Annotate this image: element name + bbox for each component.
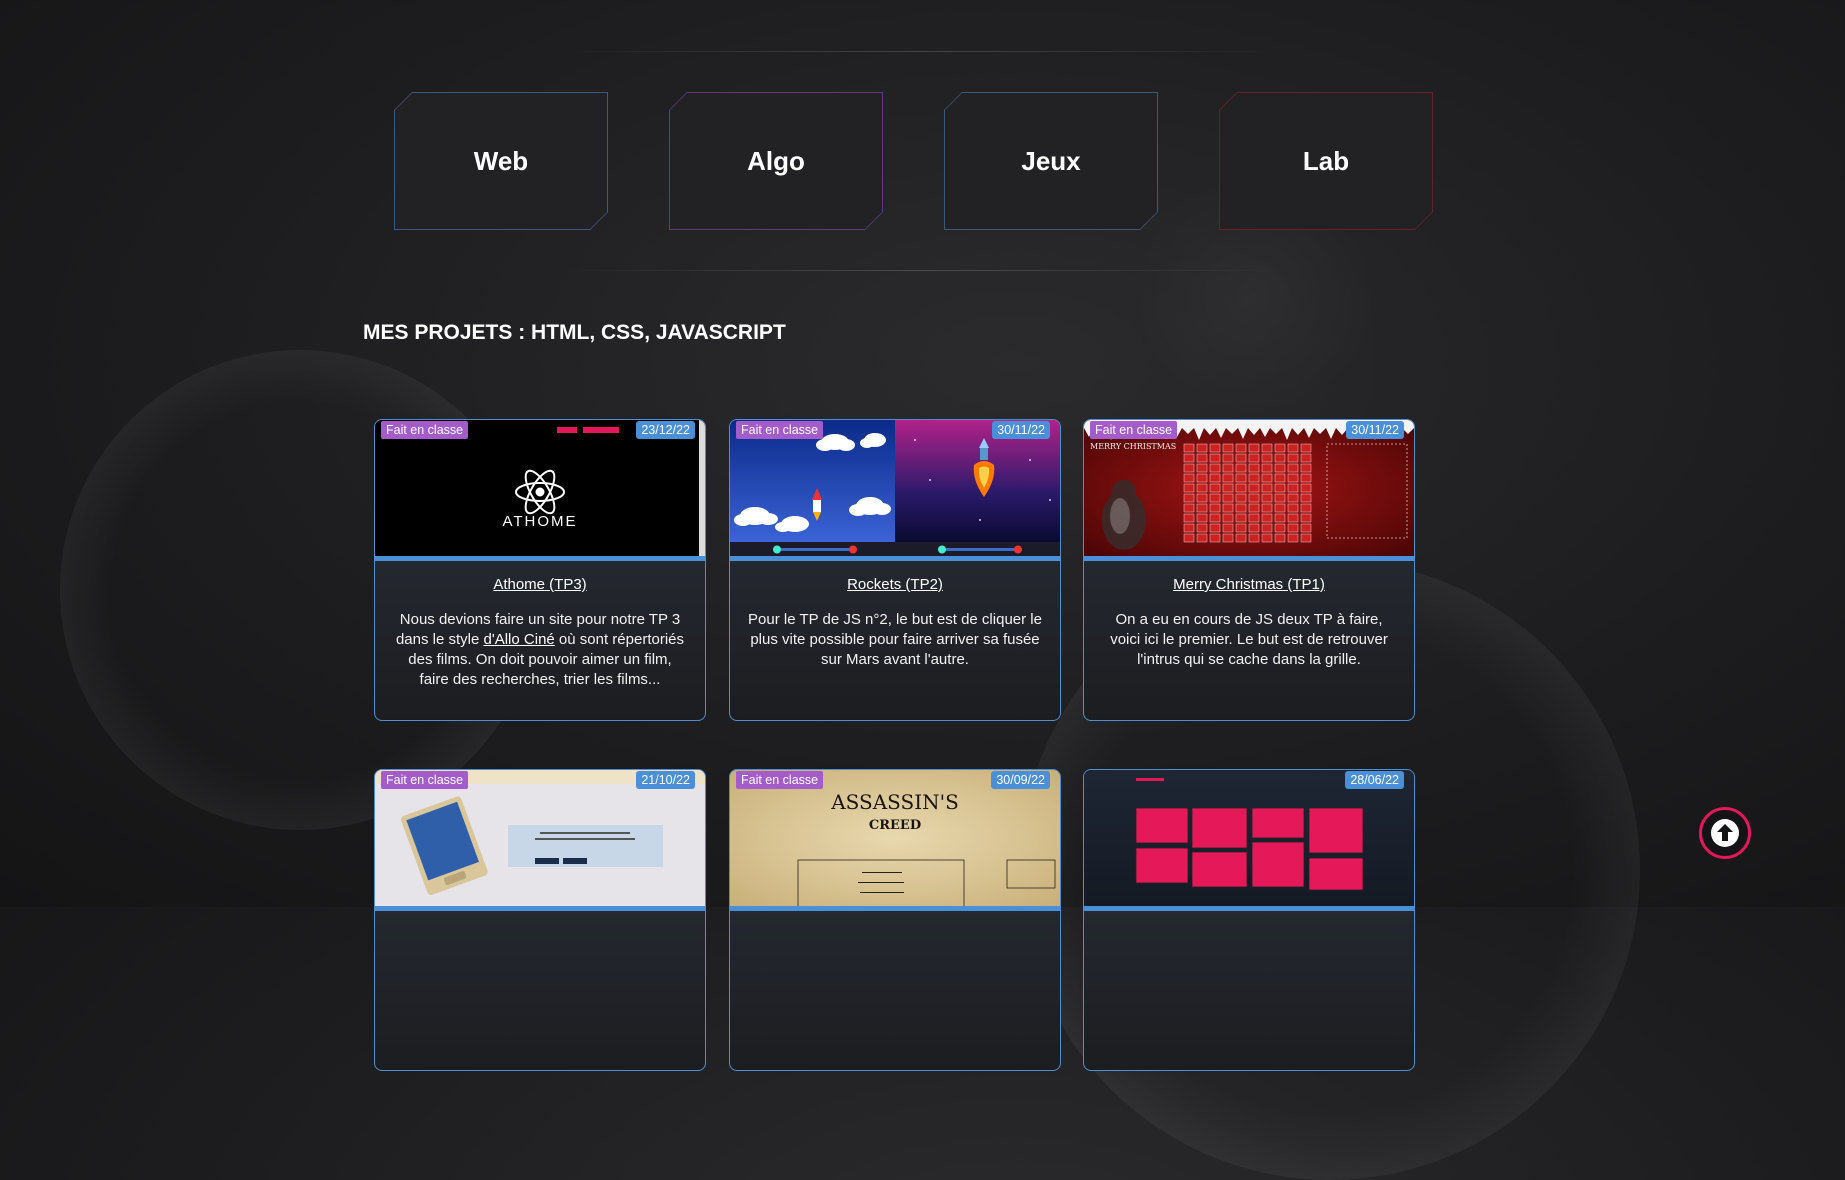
allocine-link[interactable]: d'Allo Ciné [484,631,555,648]
project-card[interactable]: 28/06/22 [1083,769,1415,1071]
project-description: Nous devions faire un site pour notre TP… [395,611,685,688]
category-button-lab[interactable]: Lab [1219,92,1433,230]
project-card-assassins-creed[interactable]: Fait en classe 30/09/22 ASSASSIN'S CREED [729,769,1061,1071]
project-thumbnail: Fait en classe 30/11/22 [730,420,1060,561]
made-in-class-badge: Fait en classe [1090,421,1178,439]
made-in-class-badge: Fait en classe [736,421,824,439]
made-in-class-badge: Fait en classe [381,421,469,439]
project-title[interactable]: Merry Christmas (TP1) [1084,576,1414,593]
merry-christmas-screenshot [1084,420,1414,556]
date-badge: 30/11/22 [992,421,1050,439]
category-label: Web [473,145,529,176]
project-thumbnail: 28/06/22 [1084,770,1414,911]
section-divider [560,270,1280,271]
rockets-screenshot [730,420,1060,556]
project-screenshot [375,770,705,896]
project-card-merry-christmas[interactable]: Fait en classe 30/11/22 MERRY CHRISTMAS … [1083,419,1415,721]
scroll-to-top-button[interactable] [1699,807,1751,859]
project-description: On a eu en cours de JS deux TP à faire, … [1110,611,1388,668]
athome-logo-text: ATHOME [502,513,578,530]
category-label: Jeux [1021,145,1081,176]
date-badge: 28/06/22 [1345,771,1404,789]
project-thumbnail: Fait en classe 21/10/22 [375,770,705,911]
date-badge: 30/09/22 [991,771,1050,789]
category-button-jeux[interactable]: Jeux [944,92,1158,230]
date-badge: 23/12/22 [636,421,695,439]
category-button-web[interactable]: Web [394,92,608,230]
project-description: Pour le TP de JS n°2, le but est de cliq… [748,611,1042,668]
made-in-class-badge: Fait en classe [736,771,824,789]
date-badge: 30/11/22 [1346,421,1404,439]
section-title: MES PROJETS : HTML, CSS, JAVASCRIPT [363,321,786,344]
project-title[interactable]: Rockets (TP2) [730,576,1060,593]
project-card-rockets[interactable]: Fait en classe 30/11/22 Rockets (TP2) Po… [729,419,1061,721]
project-card-athome[interactable]: Fait en classe 23/12/22 ATHOME Athome (T… [374,419,706,721]
arrow-up-circle-icon [1711,819,1739,847]
category-label: Algo [747,145,805,176]
project-card[interactable]: Fait en classe 21/10/22 [374,769,706,1071]
category-button-algo[interactable]: Algo [669,92,883,230]
project-screenshot [1135,778,1364,891]
category-label: Lab [1302,145,1350,176]
project-thumbnail: Fait en classe 30/09/22 ASSASSIN'S CREED [730,770,1060,911]
project-thumbnail: Fait en classe 23/12/22 ATHOME [375,420,705,561]
project-title[interactable]: Athome (TP3) [375,576,705,593]
project-thumbnail: Fait en classe 30/11/22 MERRY CHRISTMAS [1084,420,1414,561]
merry-christmas-thumb-text: MERRY CHRISTMAS [1090,442,1177,451]
atom-icon [515,469,565,515]
athome-screenshot [515,420,705,556]
made-in-class-badge: Fait en classe [381,771,469,789]
top-divider [560,51,1280,52]
date-badge: 21/10/22 [636,771,695,789]
